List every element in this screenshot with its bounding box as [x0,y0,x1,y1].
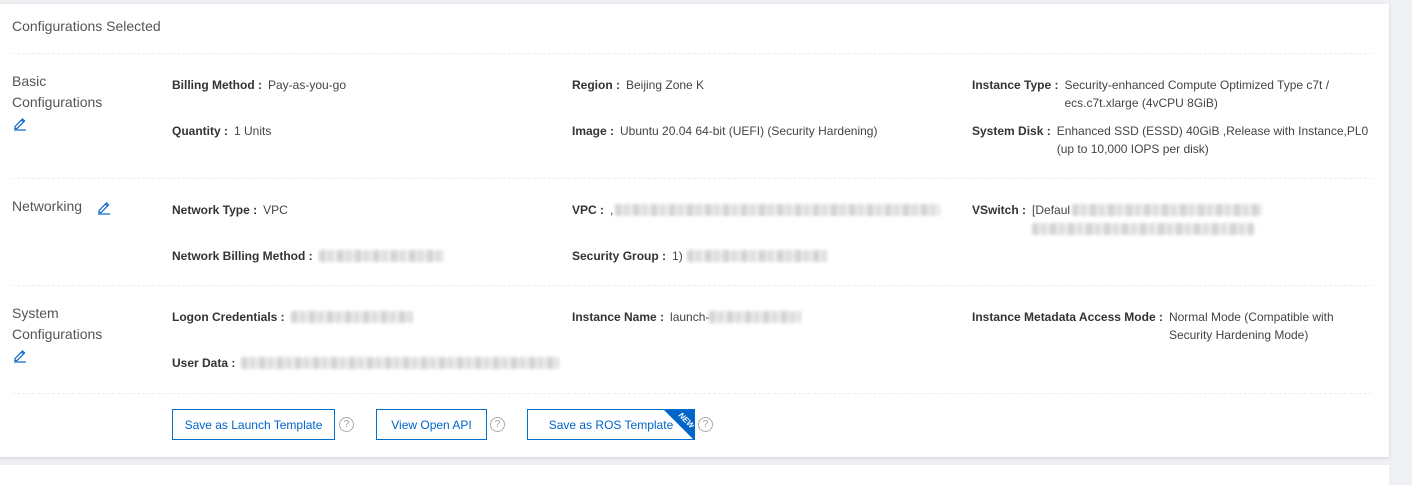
redacted-value [290,311,413,323]
question-circle-icon[interactable]: ? [698,417,713,432]
edit-networking-icon[interactable] [96,199,112,215]
edit-system-icon[interactable] [12,347,28,363]
question-circle-icon[interactable]: ? [490,417,505,432]
redacted-value [709,311,802,323]
page-title: Configurations Selected [12,18,161,34]
billing-method-field: Billing Method : Pay-as-you-go [172,78,347,92]
save-ros-template-label: Save as ROS Template [548,417,674,432]
system-disk-field: System Disk : Enhanced SSD (ESSD) 40GiB … [972,124,1369,156]
divider [12,393,1372,394]
redacted-value [241,357,560,369]
section-title-basic: Basic Configurations [12,71,102,137]
section-title-networking: Networking [12,196,112,217]
divider [12,178,1372,179]
security-group-field: Security Group : 1) [572,247,827,265]
network-type-field: Network Type : VPC [172,203,288,217]
question-circle-icon[interactable]: ? [339,417,354,432]
redacted-value [686,250,827,262]
instance-type-field: Instance Type : Security-enhanced Comput… [972,78,1330,110]
quantity-field: Quantity : 1 Units [172,124,272,138]
instance-name-field: Instance Name : launch- [572,308,802,326]
divider [12,285,1372,286]
save-ros-template-button[interactable]: Save as ROS Template NEW [527,409,695,440]
edit-basic-icon[interactable] [12,115,28,131]
logon-credentials-field: Logon Credentials : [172,308,413,326]
region-field: Region : Beijing Zone K [572,78,705,92]
redacted-value [1032,222,1255,235]
network-billing-field: Network Billing Method : [172,247,444,265]
next-panel [0,465,1389,485]
save-launch-template-button[interactable]: Save as Launch Template [172,409,335,440]
vpc-field: VPC : , [572,201,941,219]
new-badge: NEW [664,410,694,439]
redacted-value [615,204,941,216]
redacted-value [318,250,444,262]
redacted-value [1072,204,1263,216]
section-title-system: System Configurations [12,303,102,369]
view-open-api-button[interactable]: View Open API [376,409,487,440]
divider [12,53,1372,54]
vswitch-field: VSwitch : [Defaul [972,201,1263,237]
metadata-access-mode-field: Instance Metadata Access Mode : Normal M… [972,310,1334,342]
user-data-field: User Data : [172,354,560,372]
image-field: Image : Ubuntu 20.04 64-bit (UEFI) (Secu… [572,124,878,138]
